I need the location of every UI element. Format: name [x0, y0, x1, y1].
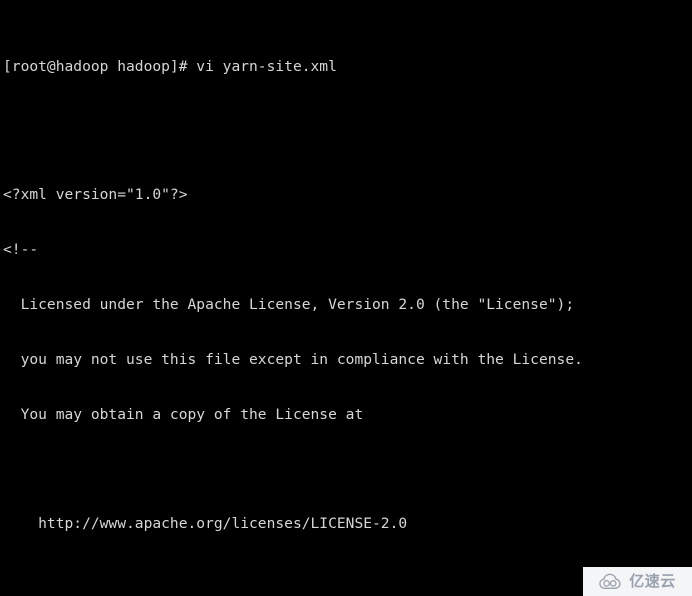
file-line	[3, 460, 692, 478]
watermark-label: 亿速云	[629, 572, 676, 590]
watermark: 亿速云	[583, 567, 692, 596]
file-line: <?xml version="1.0"?>	[3, 185, 188, 203]
file-line-license-url: http://www.apache.org/licenses/LICENSE-2…	[3, 515, 408, 533]
file-line: Licensed under the Apache License, Versi…	[3, 295, 575, 313]
shell-prompt-line: [root@hadoop hadoop]# vi yarn-site.xml	[3, 57, 337, 75]
terminal-window[interactable]: [root@hadoop hadoop]# vi yarn-site.xml <…	[0, 0, 692, 596]
file-line: You may obtain a copy of the License at	[3, 405, 364, 423]
cloud-swirl-logo-icon	[599, 573, 625, 590]
file-line: <!--	[3, 240, 39, 258]
file-line: you may not use this file except in comp…	[3, 350, 583, 368]
terminal-screen: [root@hadoop hadoop]# vi yarn-site.xml <…	[3, 3, 692, 596]
